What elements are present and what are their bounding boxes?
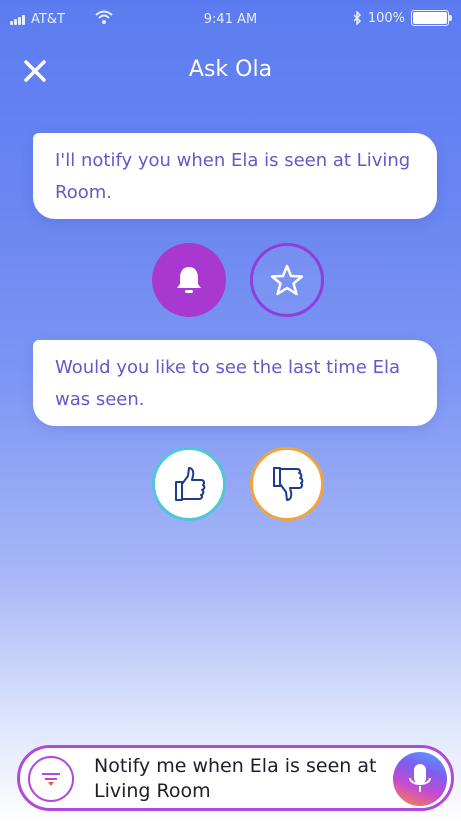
query-text[interactable]: Notify me when Ela is seen at Living Roo… [94, 754, 384, 804]
status-bar: AT&T 9:41 AM 100% [0, 0, 461, 40]
thumbs-up-icon [175, 467, 206, 501]
battery-icon [411, 10, 452, 26]
filter-button[interactable] [28, 756, 74, 802]
assistant-message: Would you like to see the last time Ela … [33, 340, 437, 426]
battery-percent: 100% [367, 10, 405, 26]
assistant-message: I'll notify you when Ela is seen at Livi… [33, 133, 437, 219]
filter-icon [42, 773, 60, 786]
thumbs-down-icon [273, 467, 304, 501]
star-icon [270, 264, 304, 296]
favorite-button[interactable] [250, 243, 324, 317]
thumbs-up-button[interactable] [152, 447, 226, 521]
query-input-bar[interactable]: Notify me when Ela is seen at Living Roo… [17, 745, 454, 811]
microphone-icon [409, 764, 431, 792]
notify-button[interactable] [152, 243, 226, 317]
bluetooth-icon [353, 11, 361, 25]
battery-group: 100% [353, 10, 452, 26]
thumbs-down-button[interactable] [250, 447, 324, 521]
microphone-button[interactable] [393, 752, 447, 806]
header: Ask Ola [0, 40, 461, 100]
page-title: Ask Ola [188, 57, 273, 82]
chat-screen: AT&T 9:41 AM 100% Ask Ola I'll notify yo… [0, 0, 461, 823]
bell-icon [177, 267, 201, 293]
